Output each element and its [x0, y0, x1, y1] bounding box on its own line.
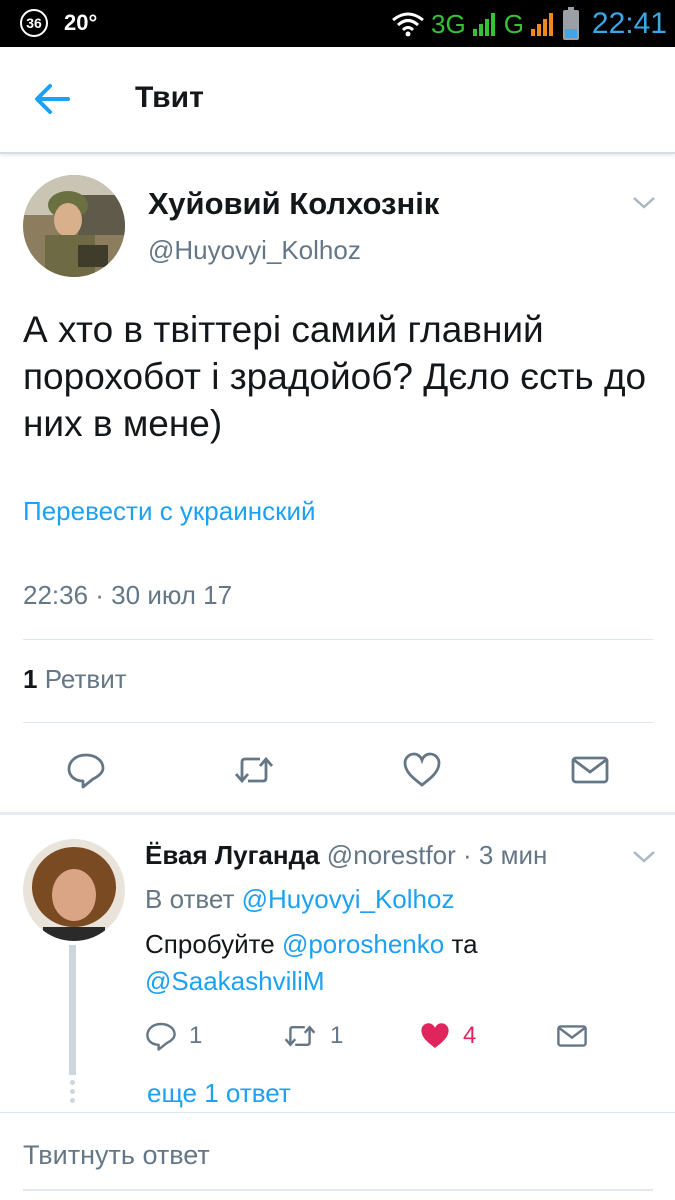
reply-icon — [67, 753, 105, 789]
author-name[interactable]: Хуйовий Колхознік — [148, 186, 439, 222]
avatar-image — [23, 175, 125, 277]
heart-filled-icon — [421, 1023, 449, 1048]
notification-badge: 36 — [20, 9, 48, 37]
tweet-timestamp: 22:36 · 30 июл 17 — [23, 580, 233, 610]
divider — [23, 722, 653, 723]
chevron-down-icon — [633, 197, 655, 209]
arrow-left-icon — [35, 84, 70, 114]
in-reply-to: В ответ @Huyovyi_Kolhoz — [145, 884, 454, 915]
temperature: 20° — [64, 10, 98, 35]
reply-menu-button[interactable] — [631, 848, 657, 866]
author-avatar[interactable] — [23, 175, 125, 277]
avatar-image — [23, 839, 125, 941]
in-reply-handle[interactable]: @Huyovyi_Kolhoz — [242, 884, 455, 914]
tweet-text: А хто в твіттері самий главний порохобот… — [23, 309, 647, 444]
reply-message-button[interactable] — [556, 1018, 588, 1054]
reply-author-handle[interactable]: @norestfor — [327, 840, 456, 870]
reply-header: Ёвая Луганда @norestfor · 3 мин — [145, 840, 547, 871]
reply-like-button[interactable]: 4 — [419, 1018, 476, 1054]
in-reply-prefix: В ответ — [145, 884, 235, 914]
composer-underline — [23, 1189, 653, 1191]
back-button[interactable] — [32, 81, 72, 117]
signal-icon — [472, 13, 495, 36]
like-button[interactable] — [402, 750, 442, 790]
reply-time: · 3 мин — [463, 840, 548, 870]
signal-icon — [530, 13, 553, 36]
reply-count: 1 — [189, 1022, 203, 1049]
retweet-icon — [284, 1025, 316, 1047]
reply-like-count: 4 — [463, 1022, 477, 1049]
reply-text: Спробуйте @poroshenko та @SaakashviliM — [145, 926, 625, 1000]
message-icon — [571, 756, 609, 784]
retweet-icon — [234, 756, 274, 784]
status-bar: 36 20° 3G G 22:41 — [0, 0, 675, 47]
reply-author-avatar[interactable] — [23, 839, 125, 941]
page-title: Твит — [135, 81, 204, 114]
reply-retweet-count: 1 — [330, 1022, 344, 1049]
thread-connector — [69, 945, 76, 1075]
retweet-stats[interactable]: 1 Ретвит — [23, 664, 127, 695]
status-icons: 3G G 22:41 — [391, 4, 667, 44]
translate-link[interactable]: Перевести с украинский — [23, 496, 316, 527]
author-handle[interactable]: @Huyovyi_Kolhoz — [148, 235, 361, 266]
reply-text-middle: та — [451, 929, 478, 959]
chevron-down-icon — [633, 851, 655, 863]
mention-link[interactable]: @SaakashviliM — [145, 966, 325, 996]
tweet-menu-button[interactable] — [631, 194, 657, 212]
retweet-button[interactable] — [232, 750, 274, 790]
wifi-icon — [392, 12, 424, 37]
reply-button[interactable] — [66, 750, 106, 790]
retweet-count: 1 — [23, 664, 38, 694]
divider — [23, 639, 653, 640]
reply-reply-button[interactable]: 1 — [145, 1018, 202, 1054]
app-bar: Твит — [0, 47, 675, 154]
retweet-label: Ретвит — [44, 664, 127, 694]
reply-text-prefix: Спробуйте — [145, 929, 275, 959]
section-separator — [0, 812, 675, 815]
message-button[interactable] — [570, 750, 610, 790]
battery-icon — [562, 7, 579, 40]
reply-retweet-button[interactable]: 1 — [282, 1018, 343, 1054]
divider — [0, 1112, 675, 1113]
like-icon — [403, 752, 441, 787]
more-replies-link[interactable]: еще 1 ответ — [147, 1078, 291, 1109]
reply-icon — [146, 1022, 176, 1051]
thread-connector-dots — [69, 1080, 76, 1107]
reply-composer[interactable]: Твитнуть ответ — [23, 1140, 210, 1171]
mention-link[interactable]: @poroshenko — [282, 929, 444, 959]
message-icon — [557, 1025, 587, 1047]
network-g: G — [503, 8, 524, 39]
reply-author-name[interactable]: Ёвая Луганда — [145, 840, 320, 870]
clock: 22:41 — [591, 7, 667, 40]
network-3g: 3G — [431, 8, 466, 39]
